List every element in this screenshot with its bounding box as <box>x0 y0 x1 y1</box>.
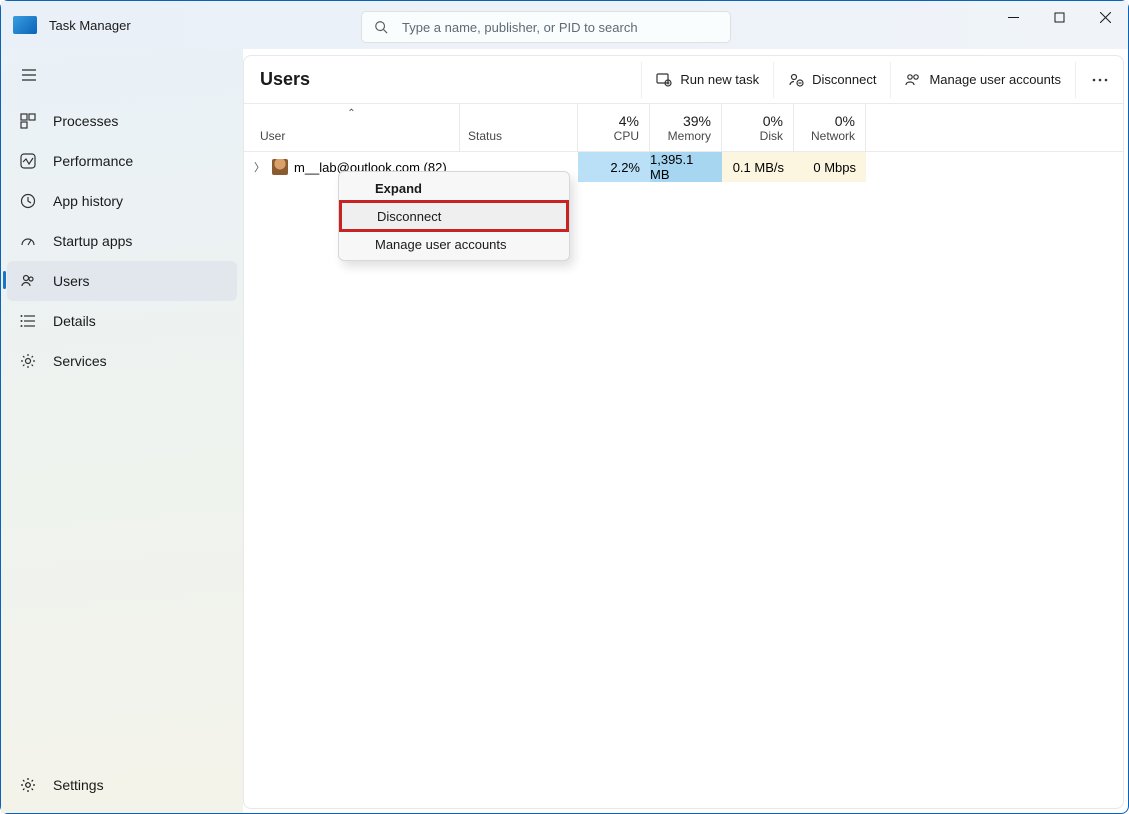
column-percent: 0% <box>835 113 855 129</box>
disconnect-button[interactable]: Disconnect <box>773 62 890 98</box>
nav-services[interactable]: Services <box>7 341 237 381</box>
nav-label: App history <box>53 193 123 209</box>
nav-processes[interactable]: Processes <box>7 101 237 141</box>
column-percent: 39% <box>683 113 711 129</box>
context-disconnect[interactable]: Disconnect <box>341 202 567 230</box>
cell-memory: 1,395.1 MB <box>650 152 722 182</box>
search-box[interactable]: Type a name, publisher, or PID to search <box>361 11 731 43</box>
cell-disk: 0.1 MB/s <box>722 152 794 182</box>
nav-startup-apps[interactable]: Startup apps <box>7 221 237 261</box>
cell-cpu: 2.2% <box>578 152 650 182</box>
search-placeholder: Type a name, publisher, or PID to search <box>402 20 638 35</box>
nav-label: Startup apps <box>53 233 132 249</box>
hamburger-button[interactable] <box>9 57 49 93</box>
context-menu: Expand Disconnect Manage user accounts <box>338 171 570 261</box>
manage-user-accounts-button[interactable]: Manage user accounts <box>890 62 1075 98</box>
activity-icon <box>19 152 37 170</box>
column-header-disk[interactable]: 0% Disk <box>722 104 794 151</box>
window-controls <box>990 1 1128 33</box>
context-manage-user-accounts[interactable]: Manage user accounts <box>339 230 569 258</box>
minimize-button[interactable] <box>990 1 1036 33</box>
expand-chevron-icon[interactable]: 〉 <box>254 159 266 175</box>
nav-details[interactable]: Details <box>7 301 237 341</box>
close-button[interactable] <box>1082 1 1128 33</box>
column-label: CPU <box>614 129 639 143</box>
column-header-user[interactable]: ⌃ User <box>244 104 460 151</box>
settings-icon <box>19 776 37 794</box>
grid-icon <box>19 112 37 130</box>
column-label: Network <box>811 129 855 143</box>
button-label: Run new task <box>680 72 759 87</box>
column-percent: 0% <box>763 113 783 129</box>
column-label: Memory <box>668 129 711 143</box>
manage-users-icon <box>905 72 921 88</box>
nav-label: Details <box>53 313 96 329</box>
app-title: Task Manager <box>49 18 131 33</box>
column-header-cpu[interactable]: 4% CPU <box>578 104 650 151</box>
sort-ascending-icon: ⌃ <box>347 108 355 119</box>
button-label: Manage user accounts <box>929 72 1061 87</box>
nav-label: Services <box>53 353 107 369</box>
title-bar: Task Manager Type a name, publisher, or … <box>1 1 1128 49</box>
run-new-task-button[interactable]: Run new task <box>641 62 773 98</box>
user-avatar-icon <box>272 159 288 175</box>
column-percent: 4% <box>619 113 639 129</box>
nav-settings[interactable]: Settings <box>1 763 243 807</box>
app-icon <box>13 16 37 34</box>
nav-label: Performance <box>53 153 133 169</box>
nav-users[interactable]: Users <box>7 261 237 301</box>
column-header-memory[interactable]: 39% Memory <box>650 104 722 151</box>
sidebar: Processes Performance App history Startu… <box>1 49 243 813</box>
more-options-button[interactable] <box>1075 62 1123 98</box>
context-expand[interactable]: Expand <box>339 174 569 202</box>
nav-label: Users <box>53 273 90 289</box>
nav-label: Settings <box>53 777 104 793</box>
disconnect-icon <box>788 72 804 88</box>
nav-performance[interactable]: Performance <box>7 141 237 181</box>
maximize-button[interactable] <box>1036 1 1082 33</box>
button-label: Disconnect <box>812 72 876 87</box>
gear-icon <box>19 352 37 370</box>
nav-label: Processes <box>53 113 118 129</box>
run-task-icon <box>656 72 672 88</box>
history-icon <box>19 192 37 210</box>
column-label: Status <box>468 129 502 143</box>
list-icon <box>19 312 37 330</box>
nav-app-history[interactable]: App history <box>7 181 237 221</box>
column-label: Disk <box>760 129 783 143</box>
page-title: Users <box>260 69 310 90</box>
column-header-row: ⌃ User Status 4% CPU 39% Memory 0% Disk … <box>244 104 1123 152</box>
column-header-status[interactable]: Status <box>460 104 578 151</box>
cell-network: 0 Mbps <box>794 152 866 182</box>
column-header-network[interactable]: 0% Network <box>794 104 866 151</box>
page-header: Users Run new task Disconnect Manage use… <box>244 56 1123 104</box>
main-panel: Users Run new task Disconnect Manage use… <box>243 55 1124 809</box>
column-label: User <box>260 129 285 143</box>
gauge-icon <box>19 232 37 250</box>
search-icon <box>374 20 388 34</box>
users-icon <box>19 272 37 290</box>
